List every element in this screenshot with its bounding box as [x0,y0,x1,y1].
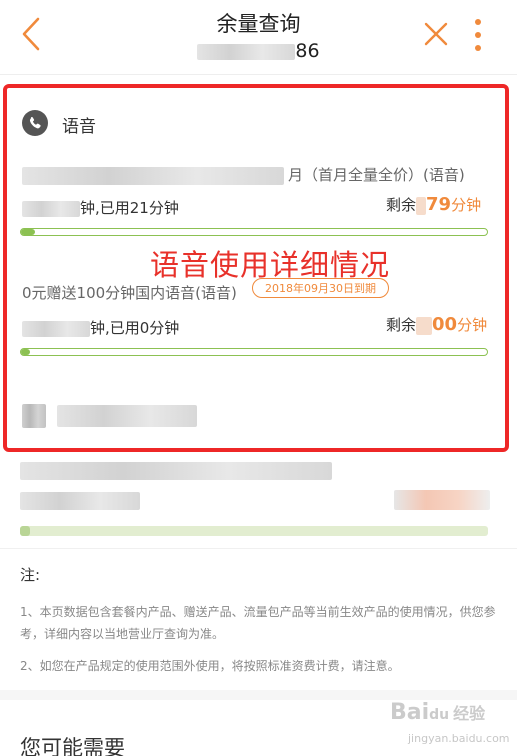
masked-text-line [20,462,332,480]
more-vertical-icon [475,19,481,51]
page: 余量查询 86 语音 月（首月全量全价）(语音) 钟,已用21分钟 剩余 79分… [0,0,517,756]
masked-item [22,404,198,428]
package-2-usage: 钟,已用0分钟 [22,317,179,338]
masked-progress [20,526,488,536]
masked-text-line [20,492,140,510]
note-item-2: 2、如您在产品规定的使用范围外使用，将按照标准资费计费，请注意。 [20,659,400,673]
masked-data-section [0,456,517,546]
header-divider [0,74,517,75]
package-1-progress-fill [21,229,35,235]
package-2-progress-fill [21,349,31,355]
notes-section: 注: 1、本页数据包含套餐内产品、赠送产品、流量包产品等当前生效产品的使用情况，… [20,564,496,687]
masked-remaining-digit [416,316,433,335]
watermark-logo: Baidu 经验 [390,700,486,725]
package-2-name: 0元赠送100分钟国内语音(语音) [22,284,237,302]
voice-usage-card: 语音 月（首月全量全价）(语音) 钟,已用21分钟 剩余 79分钟 0元赠送100… [0,80,517,452]
package-1-usage: 钟,已用21分钟 [22,197,179,218]
masked-value [394,490,490,510]
section-gap [0,690,517,700]
package-2-remaining: 剩余 00分钟 [386,314,488,335]
more-options-button[interactable] [470,16,486,54]
notes-title: 注: [20,566,41,584]
masked-phone-prefix [197,43,296,60]
masked-remaining-digit [416,196,427,215]
package-1-remaining: 剩余 79分钟 [386,194,482,215]
note-item-1: 1、本页数据包含套餐内产品、赠送产品、流量包产品等当前生效产品的使用情况，供您参… [20,605,496,641]
section-label-voice: 语音 [62,117,96,137]
recommendations-title: 您可能需要 [20,736,125,756]
package-1-name: 月（首月全量全价）(语音) [22,164,465,185]
package-1-progress [20,228,488,236]
annotation-caption: 语音使用详细情况 [150,248,391,282]
section-divider [0,548,517,549]
close-icon [424,22,448,46]
masked-package-name [22,166,284,185]
close-button[interactable] [422,20,450,48]
header-bar: 余量查询 86 [0,0,517,70]
phone-icon [22,110,48,136]
package-2-progress [20,348,488,356]
masked-total [22,320,90,337]
phone-suffix: 86 [295,40,320,62]
masked-total [22,200,80,217]
watermark-url: jingyan.baidu.com [408,732,510,745]
